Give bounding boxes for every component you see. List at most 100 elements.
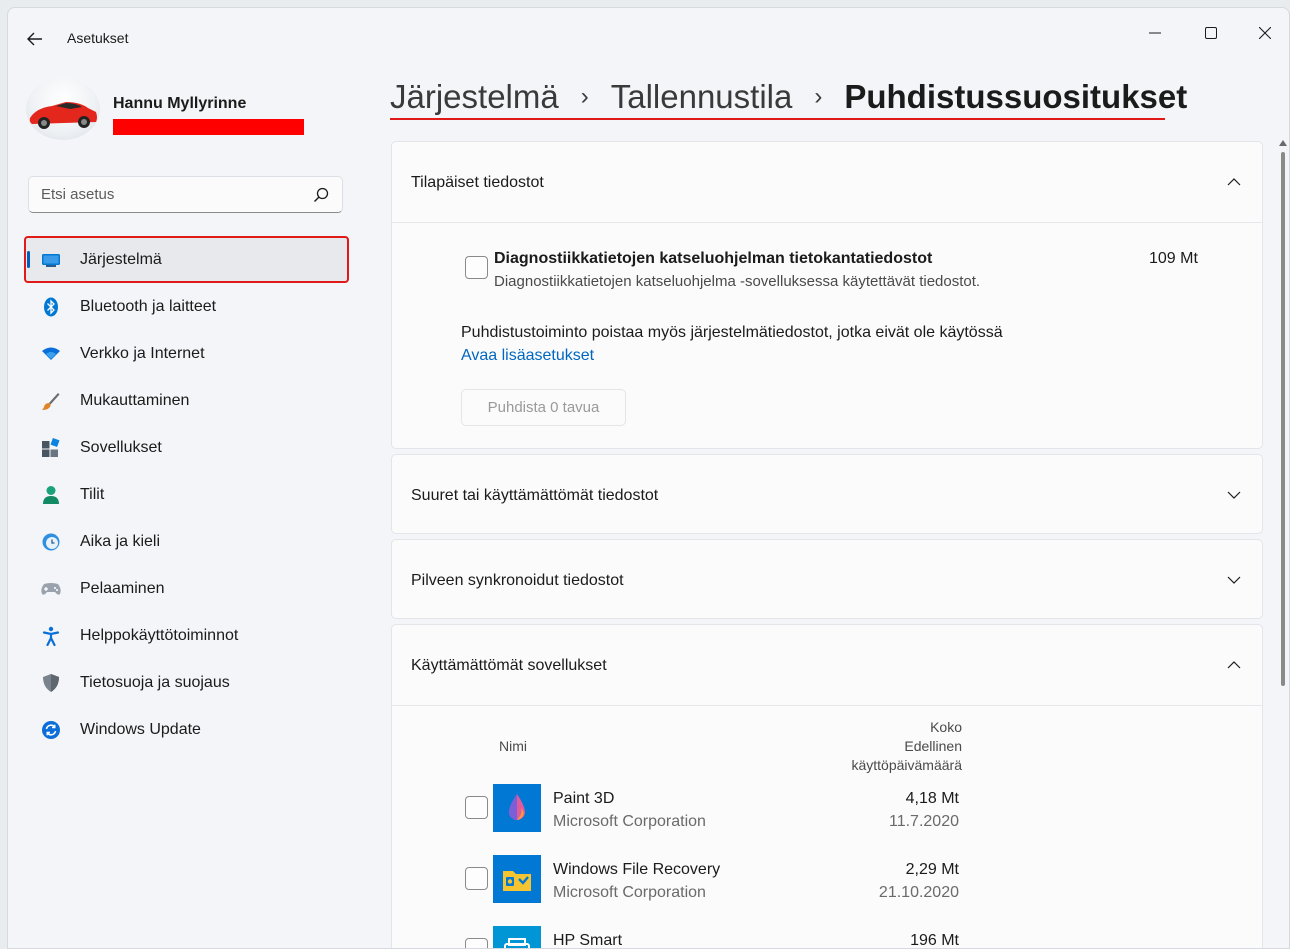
section-title: Tilapäiset tiedostot xyxy=(411,174,544,191)
settings-search[interactable] xyxy=(28,176,343,213)
sidebar-item-windows-update[interactable]: Windows Update xyxy=(24,706,349,753)
app-name: HP Smart xyxy=(553,932,623,949)
apps-icon xyxy=(40,437,62,459)
section-title: Suuret tai käyttämättömät tiedostot xyxy=(411,487,659,504)
cloud-files-header[interactable]: Pilveen synkronoidut tiedostot xyxy=(392,540,1262,620)
person-icon xyxy=(40,484,62,506)
large-files-header[interactable]: Suuret tai käyttämättömät tiedostot xyxy=(392,455,1262,535)
large-files-card[interactable]: Suuret tai käyttämättömät tiedostot xyxy=(391,454,1263,534)
close-icon xyxy=(1259,27,1271,39)
close-button[interactable] xyxy=(1242,16,1288,50)
unused-apps-header[interactable]: Käyttämättömät sovellukset xyxy=(392,625,1262,705)
section-title: Käyttämättömät sovellukset xyxy=(411,657,607,674)
sidebar-item-bluetooth[interactable]: Bluetooth ja laitteet xyxy=(24,283,349,330)
wifi-icon xyxy=(40,343,62,365)
minimize-icon xyxy=(1149,32,1161,34)
sidebar-item-label: Järjestelmä xyxy=(80,250,162,268)
app-checkbox[interactable] xyxy=(465,867,488,890)
app-publisher: Microsoft Corporation xyxy=(553,884,706,901)
maximize-button[interactable] xyxy=(1188,16,1234,50)
chevron-down-icon[interactable] xyxy=(1226,487,1242,503)
search-icon[interactable] xyxy=(312,186,330,204)
diag-files-title: Diagnostiikkatietojen katseluohjelman ti… xyxy=(494,250,933,267)
sidebar-item-privacy[interactable]: Tietosuoja ja suojaus xyxy=(24,659,349,706)
column-header-name[interactable]: Nimi xyxy=(499,738,527,754)
breadcrumb-system[interactable]: Järjestelmä xyxy=(390,78,559,116)
system-icon xyxy=(40,249,62,271)
bluetooth-icon xyxy=(40,296,62,318)
diag-files-checkbox[interactable] xyxy=(465,256,488,279)
temp-files-card: Tilapäiset tiedostot Diagnostiikkatietoj… xyxy=(391,141,1263,449)
title-bar: Asetukset xyxy=(8,8,1289,58)
clock-globe-icon xyxy=(40,531,62,553)
annotation-underline xyxy=(390,118,1165,120)
sidebar-item-label: Mukauttaminen xyxy=(80,391,190,409)
app-name: Paint 3D xyxy=(553,790,615,807)
column-header-last-used-2: käyttöpäivämäärä xyxy=(851,757,962,773)
gamepad-icon xyxy=(40,578,62,600)
back-button[interactable] xyxy=(22,26,48,52)
app-checkbox[interactable] xyxy=(465,796,488,819)
section-title: Pilveen synkronoidut tiedostot xyxy=(411,572,624,589)
column-header-last-used[interactable]: Edellinen xyxy=(842,738,962,754)
user-profile[interactable]: Hannu Myllyrinne xyxy=(26,78,346,148)
sidebar-item-network[interactable]: Verkko ja Internet xyxy=(24,330,349,377)
advanced-options-link[interactable]: Avaa lisäasetukset xyxy=(461,347,594,365)
app-last-used: 21.10.2020 xyxy=(878,884,959,901)
chevron-up-icon[interactable] xyxy=(1226,174,1242,190)
settings-window: Asetukset Hannu Myllyrinne Etsi asetus J… xyxy=(7,7,1290,949)
sidebar-item-accounts[interactable]: Tilit xyxy=(24,471,349,518)
page-title: Puhdistussuositukset xyxy=(844,78,1188,115)
sidebar-item-label: Tietosuoja ja suojaus xyxy=(80,673,230,691)
brush-icon xyxy=(40,390,62,412)
app-checkbox[interactable] xyxy=(465,938,488,948)
column-header-size[interactable]: Koko xyxy=(842,719,962,735)
search-input[interactable] xyxy=(29,177,309,212)
car-avatar-icon xyxy=(29,102,97,129)
temp-files-header[interactable]: Tilapäiset tiedostot xyxy=(392,142,1262,222)
temp-files-body: Diagnostiikkatietojen katseluohjelman ti… xyxy=(392,223,1262,450)
sidebar-item-label: Tilit xyxy=(80,485,105,503)
app-name: Windows File Recovery xyxy=(553,861,721,878)
breadcrumb: Järjestelmä › Tallennustila › Puhdistuss… xyxy=(390,78,1187,116)
sidebar-item-label: Verkko ja Internet xyxy=(80,344,205,362)
minimize-button[interactable] xyxy=(1132,16,1178,50)
maximize-icon xyxy=(1205,27,1217,39)
sidebar-item-system[interactable]: Järjestelmä xyxy=(24,236,349,283)
scroll-up-arrow-icon[interactable] xyxy=(1279,138,1287,148)
avatar xyxy=(26,78,100,140)
accessibility-icon xyxy=(40,625,62,647)
cleanup-note: Puhdistustoiminto poistaa myös järjestel… xyxy=(461,324,1003,341)
sidebar-nav: Järjestelmä Bluetooth ja laitteet Verkko… xyxy=(24,236,349,753)
shield-icon xyxy=(40,672,62,694)
file-recovery-icon xyxy=(493,855,541,903)
unused-apps-body: Nimi Koko Edellinen käyttöpäivämäärä Pai… xyxy=(392,706,1262,949)
clean-up-button[interactable]: Puhdista 0 tavua xyxy=(461,389,626,426)
update-icon xyxy=(40,719,62,741)
chevron-down-icon[interactable] xyxy=(1226,572,1242,588)
scrollbar[interactable] xyxy=(1279,138,1287,948)
sidebar-item-personalization[interactable]: Mukauttaminen xyxy=(24,377,349,424)
breadcrumb-storage[interactable]: Tallennustila xyxy=(611,78,793,116)
breadcrumb-chevron-icon: › xyxy=(580,83,589,110)
hp-smart-icon xyxy=(493,926,541,948)
app-size: 4,18 Mt xyxy=(905,790,959,807)
chevron-up-icon[interactable] xyxy=(1226,657,1242,673)
app-last-used: 11.7.2020 xyxy=(889,813,959,830)
scroll-thumb[interactable] xyxy=(1281,152,1285,686)
sidebar-item-label: Pelaaminen xyxy=(80,579,165,597)
sidebar-item-accessibility[interactable]: Helppokäyttötoiminnot xyxy=(24,612,349,659)
unused-apps-card: Käyttämättömät sovellukset Nimi Koko Ede… xyxy=(391,624,1263,949)
sidebar-item-gaming[interactable]: Pelaaminen xyxy=(24,565,349,612)
cloud-files-card[interactable]: Pilveen synkronoidut tiedostot xyxy=(391,539,1263,619)
profile-name: Hannu Myllyrinne xyxy=(113,95,247,112)
sidebar-item-label: Windows Update xyxy=(80,720,201,738)
paint3d-icon xyxy=(493,784,541,832)
sidebar-item-label: Bluetooth ja laitteet xyxy=(80,297,217,315)
sidebar-item-time-language[interactable]: Aika ja kieli xyxy=(24,518,349,565)
sidebar-item-apps[interactable]: Sovellukset xyxy=(24,424,349,471)
diag-files-description: Diagnostiikkatietojen katseluohjelma -so… xyxy=(494,273,981,290)
app-size: 196 Mt xyxy=(910,932,959,949)
diag-files-size: 109 Mt xyxy=(1149,250,1198,267)
app-size: 2,29 Mt xyxy=(905,861,959,878)
